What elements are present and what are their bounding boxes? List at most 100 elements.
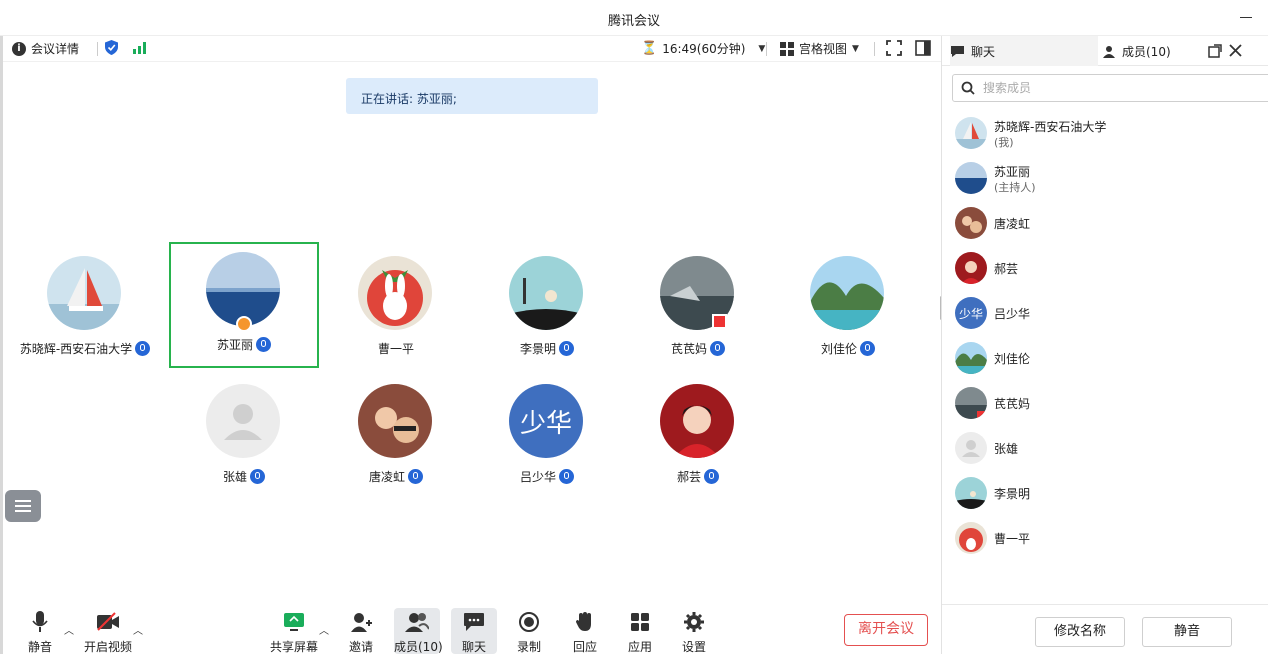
member-name: 吕少华: [994, 307, 1031, 321]
mute-self-button[interactable]: 静音: [1142, 617, 1232, 647]
participant-name-row: 芪芪妈: [623, 340, 773, 357]
rename-button[interactable]: 修改名称: [1035, 617, 1125, 647]
settings-button[interactable]: 设置: [670, 610, 718, 654]
participant-tile[interactable]: 刘佳伦: [773, 248, 923, 374]
member-name: 郝芸: [994, 262, 1019, 276]
members-button[interactable]: 成员(10): [394, 608, 443, 654]
list-icon: [15, 500, 31, 502]
tab-members-label: 成员(10): [1122, 44, 1171, 59]
avatar: [810, 256, 884, 330]
member-list-item[interactable]: 曹一平: [955, 518, 1265, 558]
strawberry-bunny-avatar-image: [358, 256, 432, 330]
flag-badge-icon: [712, 314, 727, 329]
raise-hand-icon: [576, 612, 591, 631]
react-button[interactable]: 回应: [561, 610, 609, 654]
caret-down-icon: ▼: [852, 43, 859, 54]
member-list-item[interactable]: 郝芸: [955, 248, 1265, 288]
participant-tile[interactable]: 张雄: [169, 376, 319, 502]
member-name: 芪芪妈: [994, 397, 1031, 411]
chevron-up-icon[interactable]: ︿: [64, 622, 74, 637]
member-list-item[interactable]: 李景明: [955, 473, 1265, 513]
avatar: [955, 162, 987, 194]
avatar: [358, 256, 432, 330]
meeting-main: i 会议详情 ⏳ 16:49(60分钟) ▼ 宫格视图 ▼ 正在讲话: 苏亚丽;…: [3, 36, 941, 654]
list-toggle-button[interactable]: [5, 490, 41, 522]
member-list-item[interactable]: 张雄: [955, 428, 1265, 468]
settings-label: 设置: [681, 640, 706, 654]
member-list-item[interactable]: 唐凌虹: [955, 203, 1265, 243]
microphone-icon: [860, 341, 875, 356]
minimize-button[interactable]: [1240, 17, 1252, 18]
default-person-icon: [206, 384, 280, 458]
participant-name-row: 唐凌虹: [321, 468, 471, 485]
member-name: 苏亚丽: [994, 165, 1031, 179]
microphone-icon: [710, 341, 725, 356]
search-input[interactable]: [983, 81, 1243, 95]
participant-name: 芪芪妈: [670, 342, 707, 356]
meeting-timer[interactable]: ⏳ 16:49(60分钟) ▼: [641, 40, 765, 57]
popout-icon[interactable]: [1208, 44, 1222, 58]
meeting-details-button[interactable]: i 会议详情: [12, 40, 79, 57]
participant-tile[interactable]: 苏晓辉-西安石油大学: [10, 248, 160, 374]
sea-avatar-image: [206, 252, 280, 326]
network-signal[interactable]: [133, 42, 146, 54]
member-name: 刘佳伦: [994, 352, 1031, 366]
member-list-item[interactable]: 苏晓辉-西安石油大学 (我): [955, 113, 1265, 153]
close-icon[interactable]: [1229, 44, 1242, 57]
apps-button[interactable]: 应用: [616, 610, 664, 654]
members-label: 成员(10): [394, 640, 443, 654]
microphone-icon: [559, 469, 574, 484]
video-button[interactable]: 开启视频: [83, 610, 133, 654]
participant-name-row: 吕少华: [472, 468, 622, 485]
participant-name: 唐凌虹: [368, 470, 405, 484]
sidebar-toggle-icon[interactable]: [915, 40, 931, 56]
member-list-item[interactable]: 少华 吕少华: [955, 293, 1265, 333]
participant-name-row: 李景明: [472, 340, 622, 357]
participant-name-row: 苏晓辉-西安石油大学: [10, 340, 160, 357]
share-screen-button[interactable]: 共享屏幕: [269, 610, 319, 654]
participant-tile[interactable]: 芪芪妈: [623, 248, 773, 374]
participant-tile[interactable]: 郝芸: [623, 376, 773, 502]
participant-name: 苏晓辉-西安石油大学: [19, 342, 133, 356]
participant-tile-active[interactable]: 苏亚丽: [169, 242, 319, 368]
chat-icon: [464, 613, 484, 631]
invite-button[interactable]: 邀请: [337, 610, 385, 654]
tab-members[interactable]: 成员(10): [1102, 36, 1182, 66]
chevron-up-icon[interactable]: ︿: [133, 622, 143, 637]
timer-label: 16:49(60分钟): [662, 42, 746, 56]
mute-label: 静音: [27, 640, 52, 654]
member-name: 曹一平: [994, 532, 1031, 546]
member-list-item[interactable]: 芪芪妈: [955, 383, 1265, 423]
security-button[interactable]: [105, 40, 118, 55]
participant-tile[interactable]: 李景明: [472, 248, 622, 374]
member-search[interactable]: [952, 74, 1268, 102]
participant-name-row: 曹一平: [321, 340, 471, 357]
fullscreen-icon[interactable]: [886, 40, 902, 56]
participant-name: 郝芸: [676, 470, 701, 484]
member-list-item[interactable]: 刘佳伦: [955, 338, 1265, 378]
speaking-indicator: 正在讲话: 苏亚丽;: [346, 78, 598, 114]
tab-chat[interactable]: 聊天: [950, 36, 1098, 66]
member-name: 张雄: [994, 442, 1019, 456]
mute-button[interactable]: 静音: [16, 610, 64, 654]
chevron-up-icon[interactable]: ︿: [319, 622, 329, 637]
text-avatar: 少华: [955, 297, 987, 329]
toolbar-divider: [874, 42, 875, 56]
microphone-icon: [135, 341, 151, 356]
record-button[interactable]: 录制: [505, 610, 553, 654]
participant-name: 李景明: [519, 342, 556, 356]
participant-tile[interactable]: 曹一平: [321, 248, 471, 374]
avatar: [358, 384, 432, 458]
sailboat-avatar-image: [47, 256, 121, 330]
avatar: [955, 522, 987, 554]
view-mode-selector[interactable]: 宫格视图 ▼: [780, 40, 859, 57]
participant-tile[interactable]: 少华 吕少华: [472, 376, 622, 502]
leave-meeting-button[interactable]: 离开会议: [844, 614, 928, 646]
participant-tile[interactable]: 唐凌虹: [321, 376, 471, 502]
member-name: 唐凌虹: [994, 217, 1031, 231]
participant-name-row: 张雄: [169, 468, 319, 485]
chat-button[interactable]: 聊天: [451, 608, 497, 654]
avatar: [955, 432, 987, 464]
window-title: 腾讯会议: [607, 14, 660, 29]
member-list-item[interactable]: 苏亚丽 (主持人): [955, 158, 1265, 198]
